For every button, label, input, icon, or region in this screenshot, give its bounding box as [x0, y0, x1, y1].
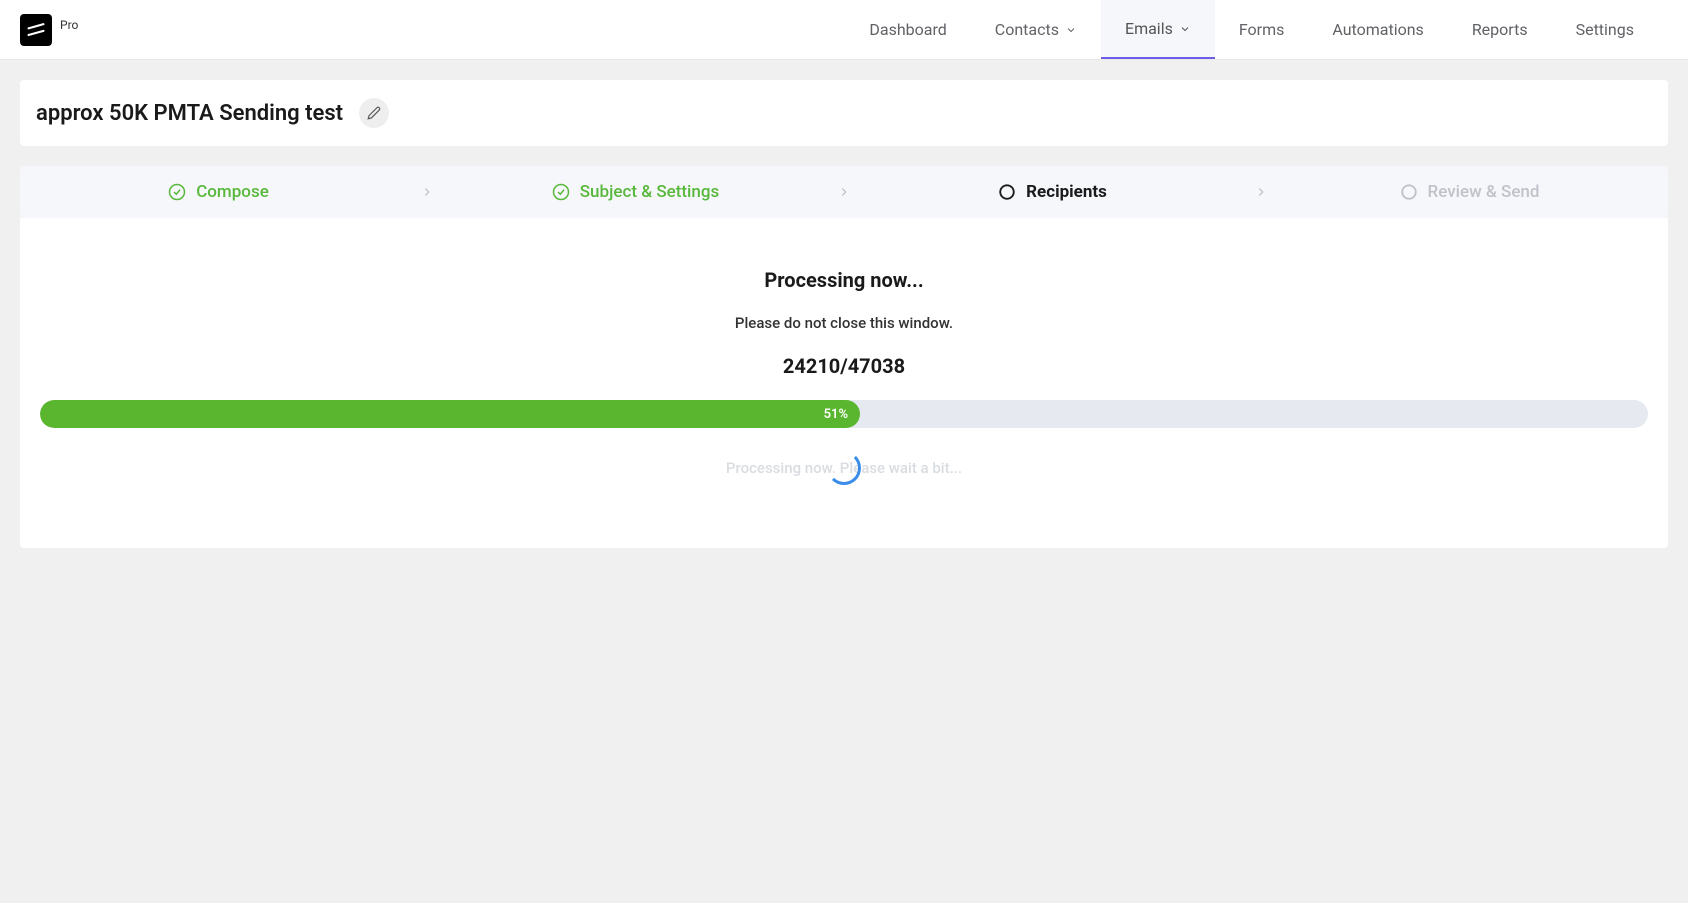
- brand: Pro: [20, 14, 78, 46]
- spinner-icon: [827, 451, 861, 485]
- edit-title-button[interactable]: [359, 98, 389, 128]
- nav-automations[interactable]: Automations: [1308, 0, 1447, 59]
- step-recipients[interactable]: Recipients: [854, 182, 1251, 202]
- page-title: approx 50K PMTA Sending test: [36, 101, 343, 126]
- step-review-send[interactable]: Review & Send: [1271, 182, 1668, 202]
- step-compose[interactable]: Compose: [20, 182, 417, 202]
- chevron-down-icon: [1065, 24, 1077, 36]
- chevron-right-icon: [420, 185, 434, 199]
- progress-percent-label: 51%: [824, 407, 848, 422]
- processing-title: Processing now...: [40, 268, 1648, 292]
- step-separator: [1251, 185, 1271, 199]
- nav-settings[interactable]: Settings: [1552, 0, 1658, 59]
- content-area: Processing now... Please do not close th…: [20, 218, 1668, 548]
- chevron-down-icon: [1179, 23, 1191, 35]
- step-separator: [417, 185, 437, 199]
- main-nav: Dashboard Contacts Emails Forms Automati…: [845, 0, 1658, 59]
- step-label: Compose: [196, 182, 269, 202]
- step-subject-settings[interactable]: Subject & Settings: [437, 182, 834, 202]
- progress-bar: 51%: [40, 400, 1648, 428]
- nav-emails[interactable]: Emails: [1101, 0, 1215, 59]
- pencil-icon: [367, 106, 381, 120]
- header: Pro Dashboard Contacts Emails Forms Auto…: [0, 0, 1688, 60]
- circle-icon: [1400, 183, 1418, 201]
- nav-reports[interactable]: Reports: [1448, 0, 1552, 59]
- circle-icon: [998, 183, 1016, 201]
- steps-bar: Compose Subject & Settings Recipients Re…: [20, 166, 1668, 218]
- step-separator: [834, 185, 854, 199]
- progress-bar-fill: 51%: [40, 400, 860, 428]
- step-label: Recipients: [1026, 182, 1107, 202]
- chevron-right-icon: [1254, 185, 1268, 199]
- pro-label: Pro: [60, 18, 78, 32]
- progress-counter: 24210/47038: [40, 354, 1648, 378]
- nav-forms[interactable]: Forms: [1215, 0, 1309, 59]
- nav-label: Settings: [1576, 20, 1634, 39]
- nav-label: Emails: [1125, 19, 1173, 38]
- nav-contacts[interactable]: Contacts: [971, 0, 1101, 59]
- nav-dashboard[interactable]: Dashboard: [845, 0, 970, 59]
- processing-subtitle: Please do not close this window.: [40, 314, 1648, 332]
- app-logo[interactable]: [20, 14, 52, 46]
- check-circle-icon: [168, 183, 186, 201]
- nav-label: Dashboard: [869, 20, 946, 39]
- nav-label: Automations: [1332, 20, 1423, 39]
- step-label: Subject & Settings: [580, 182, 719, 202]
- nav-label: Reports: [1472, 20, 1528, 39]
- nav-label: Forms: [1239, 20, 1285, 39]
- step-label: Review & Send: [1428, 182, 1540, 202]
- wait-row: Processing now. Please wait a bit...: [40, 448, 1648, 488]
- page-title-bar: approx 50K PMTA Sending test: [20, 80, 1668, 146]
- check-circle-icon: [552, 183, 570, 201]
- chevron-right-icon: [837, 185, 851, 199]
- nav-label: Contacts: [995, 20, 1059, 39]
